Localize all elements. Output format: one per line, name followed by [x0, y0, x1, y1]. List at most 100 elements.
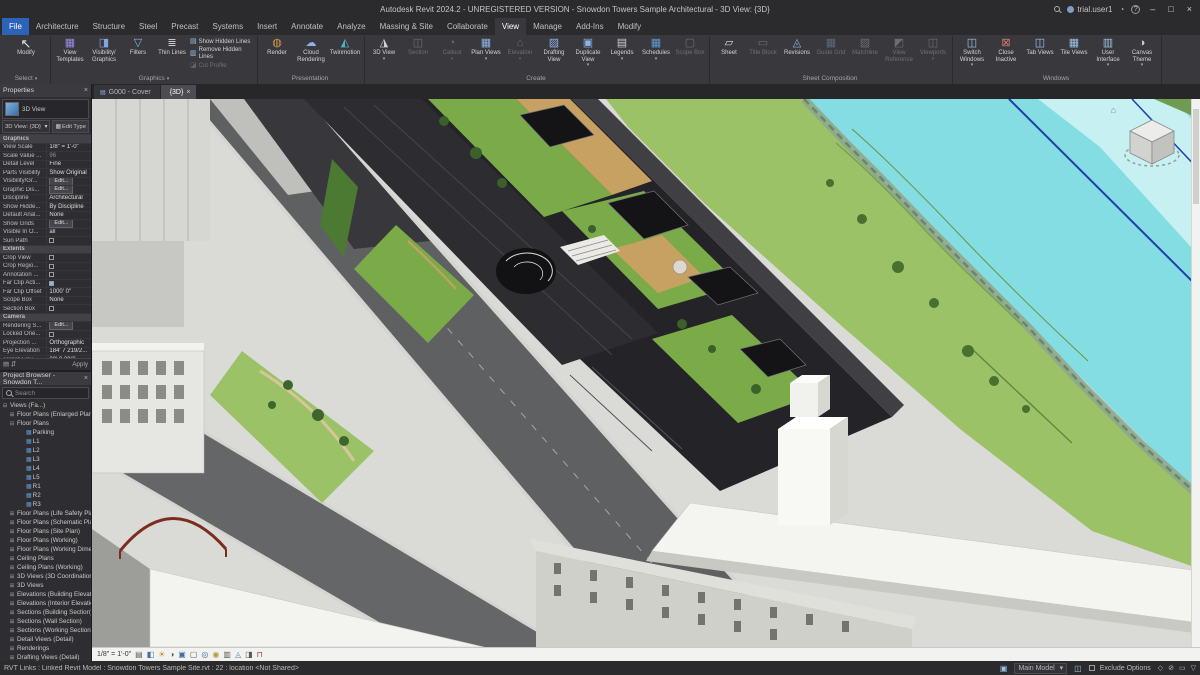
property-value[interactable]: Edit...	[46, 220, 91, 228]
tree-expander-icon[interactable]: ⊞	[8, 538, 16, 544]
tree-item[interactable]: ⊞ Detail Views (Detail)	[0, 635, 91, 644]
property-row[interactable]: Sun Path	[0, 237, 91, 246]
ribbon-panel-name[interactable]: Windows	[955, 73, 1159, 84]
tree-item[interactable]: ⊞ Sections (Building Section)	[0, 608, 91, 617]
property-value[interactable]: Edit...	[46, 186, 91, 194]
tree-item[interactable]: ⊞ 3D Views	[0, 581, 91, 590]
tree-expander-icon[interactable]: ⊞	[8, 592, 16, 598]
property-value[interactable]	[46, 280, 91, 288]
ribbon-button[interactable]: ▤ Show Hidden Lines	[189, 36, 255, 48]
view-control-icon[interactable]: ◉	[212, 650, 219, 660]
ribbon-button[interactable]: ◍ Render	[260, 36, 294, 73]
tree-expander-icon[interactable]: ⊞	[8, 511, 16, 517]
ribbon-tab[interactable]: View	[495, 18, 526, 35]
ribbon-button[interactable]: ▨ Drafting View	[537, 36, 571, 73]
tree-item[interactable]: ⊞ Renderings	[0, 644, 91, 653]
property-row[interactable]: Projection ... Orthographic	[0, 339, 91, 348]
tree-item[interactable]: ▦ R2	[0, 491, 91, 500]
tree-item[interactable]: ▦ L4	[0, 464, 91, 473]
tab-close-icon[interactable]: ×	[186, 89, 190, 96]
properties-sort-icon[interactable]: ⇵	[11, 361, 16, 368]
account-button[interactable]: trial.user1	[1067, 5, 1112, 14]
property-row[interactable]: Show Hidde... By Discipline	[0, 203, 91, 212]
tree-item[interactable]: ⊞ 3D Views (3D Coordination)	[0, 572, 91, 581]
tree-expander-icon[interactable]: ⊞	[8, 574, 16, 580]
ribbon-button[interactable]: ▥ Remove Hidden Lines	[189, 48, 255, 60]
instance-select[interactable]: 3D View: {3D} ▾	[2, 120, 50, 133]
search-icon[interactable]	[1054, 6, 1060, 12]
tree-expander-icon[interactable]: ⊞	[8, 610, 16, 616]
ribbon-tab[interactable]: Analyze	[330, 18, 372, 35]
property-value[interactable]: Architectural	[46, 195, 91, 203]
ribbon-panel-name[interactable]: Presentation	[260, 73, 362, 84]
ribbon-tab[interactable]: Insert	[250, 18, 284, 35]
checkbox[interactable]	[49, 332, 54, 337]
status-toggle-icon[interactable]: ▽	[1191, 664, 1196, 672]
checkbox[interactable]	[49, 238, 54, 243]
ribbon-button[interactable]: ◑ Canvas Theme ▾	[1125, 36, 1159, 73]
property-value[interactable]: Edit...	[46, 322, 91, 330]
property-value[interactable]: None	[46, 297, 91, 305]
tree-item[interactable]: ⊞ Floor Plans (Working)	[0, 536, 91, 545]
property-value[interactable]	[46, 263, 91, 271]
worksets-icon[interactable]: ▣	[1000, 664, 1008, 673]
ribbon-button[interactable]: ≣ Thin Lines	[155, 36, 189, 73]
model-3d-viewport[interactable]: ⌂	[92, 99, 1200, 647]
property-value[interactable]	[46, 271, 91, 279]
ribbon-panel-name[interactable]: Graphics▾	[53, 73, 255, 84]
property-value[interactable]: all	[46, 229, 91, 237]
ribbon-tab[interactable]: Collaborate	[440, 18, 495, 35]
property-row[interactable]: Rendering S... Edit...	[0, 322, 91, 331]
property-row[interactable]: Annotation ...	[0, 271, 91, 280]
property-row[interactable]: Extents	[0, 246, 91, 255]
tree-expander-icon[interactable]: ⊟	[8, 421, 16, 427]
property-value[interactable]: Fine	[46, 161, 91, 169]
ribbon-button[interactable]: ▱ Sheet	[712, 36, 746, 73]
tree-item[interactable]: ⊞ Sections (Wall Section)	[0, 617, 91, 626]
properties-close-icon[interactable]: ×	[84, 87, 88, 94]
apply-button[interactable]: Apply	[72, 361, 88, 368]
tree-item[interactable]: ⊞ Drafting Views (Detail)	[0, 653, 91, 661]
view-control-icon[interactable]: ▥	[223, 650, 231, 660]
tree-expander-icon[interactable]: ⊞	[8, 565, 16, 571]
ribbon-tab[interactable]: Steel	[132, 18, 164, 35]
view-control-icon[interactable]: ▢	[190, 650, 198, 660]
property-row[interactable]: Far Clip Acti...	[0, 280, 91, 289]
ribbon-button[interactable]: ▦ Schedules ▾	[639, 36, 673, 73]
property-value[interactable]: 184' 7 219/2...	[46, 348, 91, 356]
status-toggle-icon[interactable]: ◇	[1158, 664, 1163, 672]
ribbon-button[interactable]: ◩ View Reference	[882, 36, 916, 73]
tree-expander-icon[interactable]: ⊞	[8, 583, 16, 589]
property-row[interactable]: Default Anal... None	[0, 212, 91, 221]
ribbon-panel-name[interactable]: Select▾	[4, 73, 48, 84]
tree-item[interactable]: ▦ L3	[0, 455, 91, 464]
view-control-icon[interactable]: ◧	[147, 650, 155, 660]
tree-expander-icon[interactable]: ⊞	[8, 529, 16, 535]
property-row[interactable]: Locked Orie...	[0, 331, 91, 340]
tree-item[interactable]: ⊟ Floor Plans	[0, 419, 91, 428]
tree-expander-icon[interactable]: ⊟	[1, 403, 9, 409]
tree-item[interactable]: ⊞ Elevations (Building Elevati...	[0, 590, 91, 599]
property-value[interactable]	[46, 237, 91, 245]
checkbox[interactable]	[49, 281, 54, 286]
ribbon-button[interactable]: ▥ User Interface ▾	[1091, 36, 1125, 73]
design-options-icon[interactable]: ◫	[1074, 664, 1082, 673]
ribbon-tab[interactable]: Precast	[164, 18, 205, 35]
browser-search-input[interactable]: Search	[2, 387, 89, 399]
property-row[interactable]: Visible In O... all	[0, 229, 91, 238]
property-row[interactable]: Parts Visibility Show Original	[0, 169, 91, 178]
ribbon-button[interactable]: ◮ 3D View ▾	[367, 36, 401, 73]
status-toggle-icon[interactable]: ▭	[1179, 664, 1186, 672]
property-row[interactable]: Visibility/Gr... Edit...	[0, 178, 91, 187]
ribbon-button[interactable]: ⌂ Elevation ▾	[503, 36, 537, 73]
ribbon-tab[interactable]: Massing & Site	[373, 18, 440, 35]
view-tab[interactable]: ▤ G000 - Cover	[94, 85, 160, 99]
property-value[interactable]	[46, 331, 91, 339]
tree-expander-icon[interactable]: ⊞	[8, 556, 16, 562]
tree-expander-icon[interactable]: ⊞	[8, 637, 16, 643]
view-control-icon[interactable]: ⊓	[257, 650, 263, 660]
ribbon-button[interactable]: ▣ Duplicate View ▾	[571, 36, 605, 73]
ribbon-panel-name[interactable]: Create	[367, 73, 707, 84]
view-control-icon[interactable]: ◑	[169, 650, 174, 660]
property-row[interactable]: Scale Value ... 96	[0, 152, 91, 161]
